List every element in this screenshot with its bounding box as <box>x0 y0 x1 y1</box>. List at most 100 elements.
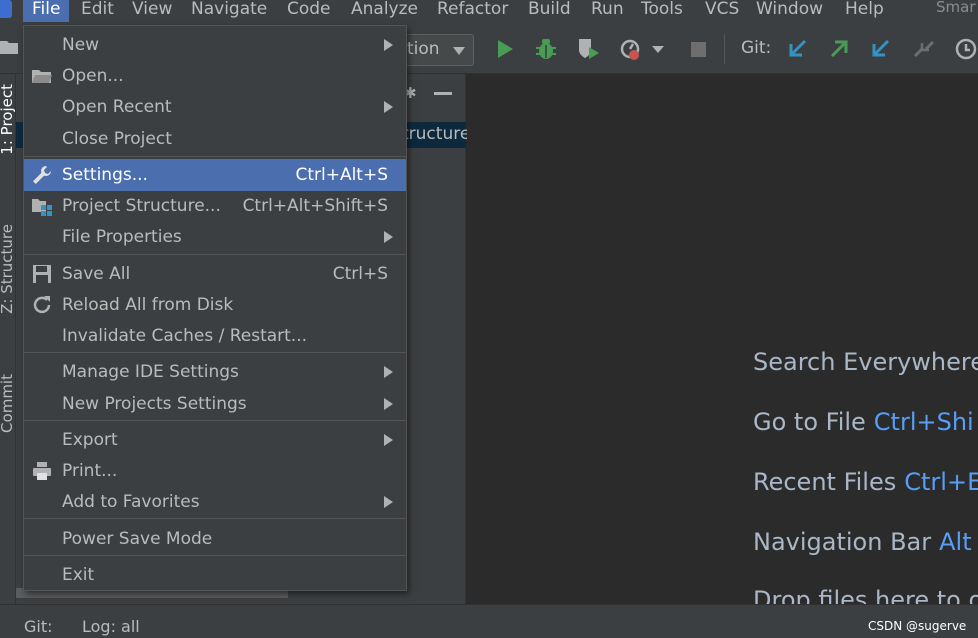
submenu-arrow-icon <box>384 398 393 410</box>
menu-navigate[interactable]: Navigate <box>191 0 267 22</box>
menu-item-add-to-favorites[interactable]: Add to Favorites <box>24 486 406 518</box>
menu-item-manage-ide-settings[interactable]: Manage IDE Settings <box>24 356 406 388</box>
menu-item-open[interactable]: Open... <box>24 60 406 92</box>
app-logo-icon <box>0 0 12 18</box>
run-with-coverage-icon[interactable] <box>576 36 602 62</box>
menu-item-power-save-mode[interactable]: Power Save Mode <box>24 523 406 555</box>
menu-item-save-all[interactable]: Save All Ctrl+S <box>24 258 406 290</box>
menu-view[interactable]: View <box>132 0 172 22</box>
submenu-arrow-icon <box>384 434 393 446</box>
menu-analyze[interactable]: Analyze <box>351 0 418 22</box>
menu-item-label: Power Save Mode <box>62 529 213 549</box>
menu-run[interactable]: Run <box>591 0 624 22</box>
menu-item-label: New Projects Settings <box>62 394 247 414</box>
printer-icon <box>33 462 51 480</box>
menu-item-label: Project Structure... <box>62 196 221 216</box>
menu-item-reload-all[interactable]: Reload All from Disk <box>24 289 406 321</box>
git-commit-icon[interactable] <box>868 36 894 62</box>
chevron-down-icon[interactable] <box>650 36 666 62</box>
submenu-arrow-icon <box>384 496 393 508</box>
run-configuration-select[interactable]: tion <box>400 34 474 66</box>
menu-help[interactable]: Help <box>845 0 884 22</box>
menu-item-print[interactable]: Print... <box>24 455 406 487</box>
window-title: Smar <box>936 0 976 16</box>
git-update-icon[interactable] <box>785 36 811 62</box>
tree-node-label: tructure <box>402 124 471 144</box>
menu-item-label: Export <box>62 430 118 450</box>
save-icon <box>33 265 51 283</box>
toolbar-separator <box>724 34 725 64</box>
hint-shortcut: Ctrl+Shi <box>873 408 974 436</box>
menu-separator <box>24 352 406 353</box>
menu-separator <box>24 518 406 519</box>
chevron-down-icon <box>453 47 465 55</box>
menu-item-label: Invalidate Caches / Restart... <box>62 326 308 346</box>
wrench-icon <box>33 166 51 184</box>
run-configuration-label: tion <box>407 39 440 59</box>
watermark: CSDN @sugerve <box>868 619 967 633</box>
run-icon[interactable] <box>492 36 518 62</box>
menu-item-export[interactable]: Export <box>24 424 406 456</box>
menu-item-close-project[interactable]: Close Project <box>24 123 406 155</box>
menu-item-project-structure[interactable]: Project Structure... Ctrl+Alt+Shift+S <box>24 190 406 222</box>
menu-item-shortcut: Ctrl+Alt+Shift+S <box>242 196 388 216</box>
menu-item-exit[interactable]: Exit <box>24 559 406 591</box>
menu-code[interactable]: Code <box>287 0 331 22</box>
menu-item-label: Exit <box>62 565 95 585</box>
menu-build[interactable]: Build <box>528 0 571 22</box>
folder-icon[interactable] <box>0 36 20 58</box>
git-compare-icon[interactable] <box>911 36 937 62</box>
profiler-icon[interactable] <box>619 36 645 62</box>
menu-item-new[interactable]: New <box>24 29 406 61</box>
project-structure-icon <box>32 199 52 216</box>
menu-item-label: Settings... <box>62 165 148 185</box>
hint-shortcut: Ctrl+E <box>904 468 978 496</box>
git-toolbar-label: Git: <box>741 38 772 58</box>
menu-item-label: Open... <box>62 66 124 86</box>
submenu-arrow-icon <box>384 366 393 378</box>
main-menubar: File Edit View Navigate Code Analyze Ref… <box>0 0 978 22</box>
hint-recent-files: Recent Files Ctrl+E <box>753 468 978 496</box>
menu-item-label: Save All <box>62 264 131 284</box>
menu-tools[interactable]: Tools <box>641 0 683 22</box>
menu-item-label: Print... <box>62 461 118 481</box>
git-push-icon[interactable] <box>826 36 852 62</box>
menu-item-label: Close Project <box>62 129 172 149</box>
menu-separator <box>24 420 406 421</box>
submenu-arrow-icon <box>384 39 393 51</box>
menu-item-label: File Properties <box>62 227 182 247</box>
stop-icon[interactable] <box>686 36 712 62</box>
status-bar: Git: Log: all CSDN @sugerve <box>0 604 978 638</box>
menu-item-open-recent[interactable]: Open Recent <box>24 91 406 123</box>
history-clock-icon[interactable] <box>953 36 978 62</box>
file-menu-popup: New Open... Open Recent Close Project Se… <box>23 25 407 591</box>
folder-icon <box>32 70 52 83</box>
minimize-icon[interactable] <box>434 92 452 95</box>
menu-edit[interactable]: Edit <box>81 0 114 22</box>
menu-item-label: Open Recent <box>62 97 172 117</box>
menu-item-settings[interactable]: Settings... Ctrl+Alt+S <box>24 159 406 191</box>
debug-icon[interactable] <box>533 36 559 62</box>
menu-item-shortcut: Ctrl+S <box>332 264 388 284</box>
menu-vcs[interactable]: VCS <box>705 0 739 22</box>
submenu-arrow-icon <box>384 231 393 243</box>
menu-item-label: New <box>62 35 100 55</box>
hint-navigation-bar: Navigation Bar Alt <box>753 528 972 556</box>
hint-label: Recent Files <box>753 468 897 496</box>
menu-separator <box>24 156 406 157</box>
menu-item-new-projects-settings[interactable]: New Projects Settings <box>24 388 406 420</box>
menu-item-file-properties[interactable]: File Properties <box>24 221 406 253</box>
status-log-filter[interactable]: Log: all <box>82 617 140 636</box>
hint-search-everywhere: Search Everywhere <box>753 348 978 376</box>
menu-separator <box>24 254 406 255</box>
menu-file[interactable]: File <box>23 0 70 22</box>
menu-item-label: Manage IDE Settings <box>62 362 239 382</box>
menu-window[interactable]: Window <box>756 0 823 22</box>
reload-icon <box>33 296 51 314</box>
editor-empty-state: Search Everywhere Go to File Ctrl+Shi Rec… <box>467 74 978 604</box>
menu-refactor[interactable]: Refactor <box>437 0 508 22</box>
hint-label: Navigation Bar <box>753 528 932 556</box>
menu-separator <box>24 555 406 556</box>
hint-drop-files: Drop files here to o <box>753 586 978 604</box>
menu-item-invalidate-caches[interactable]: Invalidate Caches / Restart... <box>24 320 406 352</box>
